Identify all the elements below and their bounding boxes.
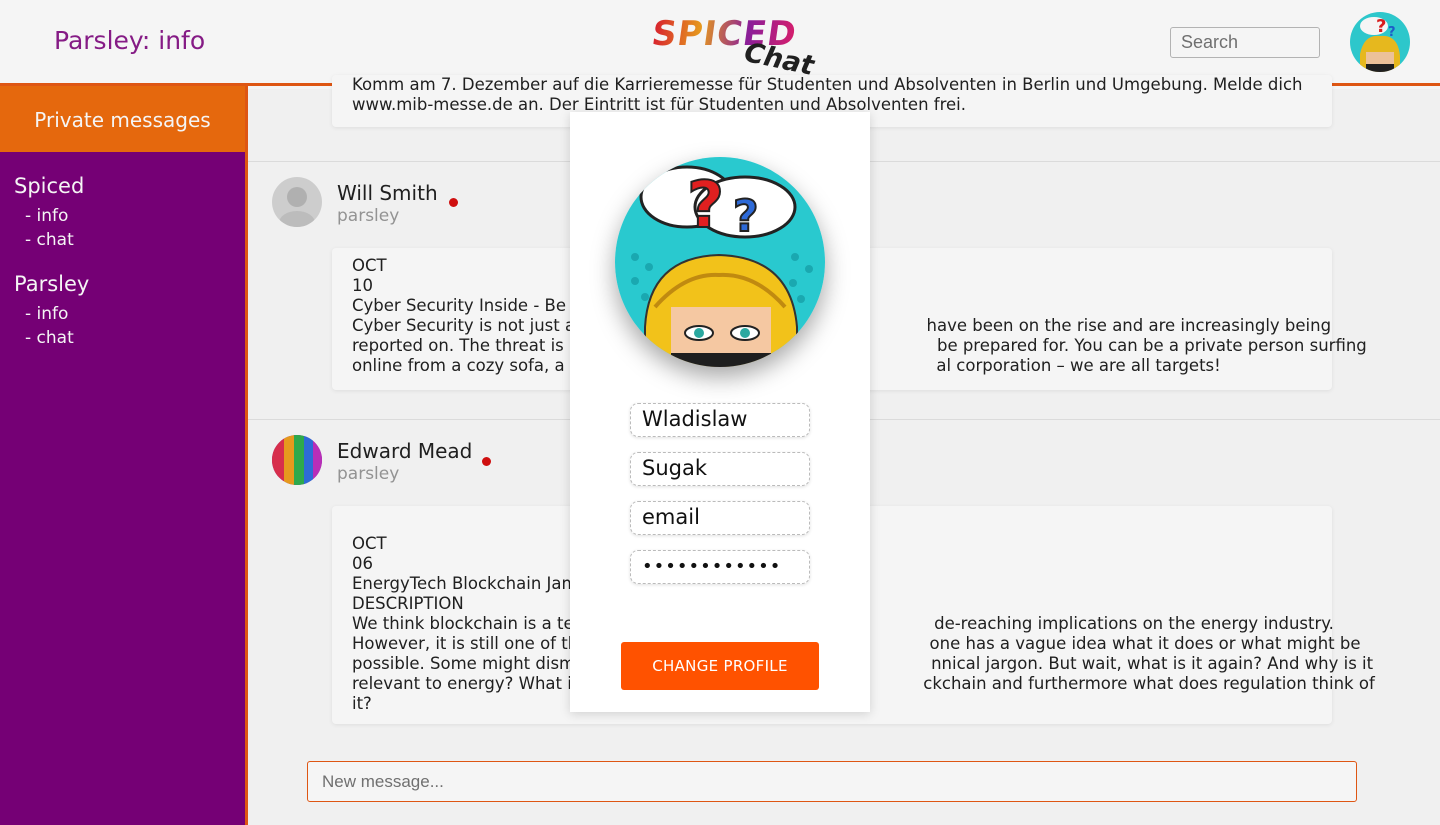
svg-text:?: ? [733, 191, 759, 242]
svg-text:?: ? [687, 169, 724, 243]
profile-picture[interactable]: ? ? [615, 157, 825, 367]
change-profile-button[interactable]: CHANGE PROFILE [621, 642, 819, 690]
edit-profile-modal: ? ? Wladislaw Sugak email •••••••••••• C… [570, 112, 870, 712]
password-field[interactable]: •••••••••••• [630, 550, 810, 584]
email-field[interactable]: email [630, 501, 810, 535]
first-name-field[interactable]: Wladislaw [630, 403, 810, 437]
last-name-field[interactable]: Sugak [630, 452, 810, 486]
